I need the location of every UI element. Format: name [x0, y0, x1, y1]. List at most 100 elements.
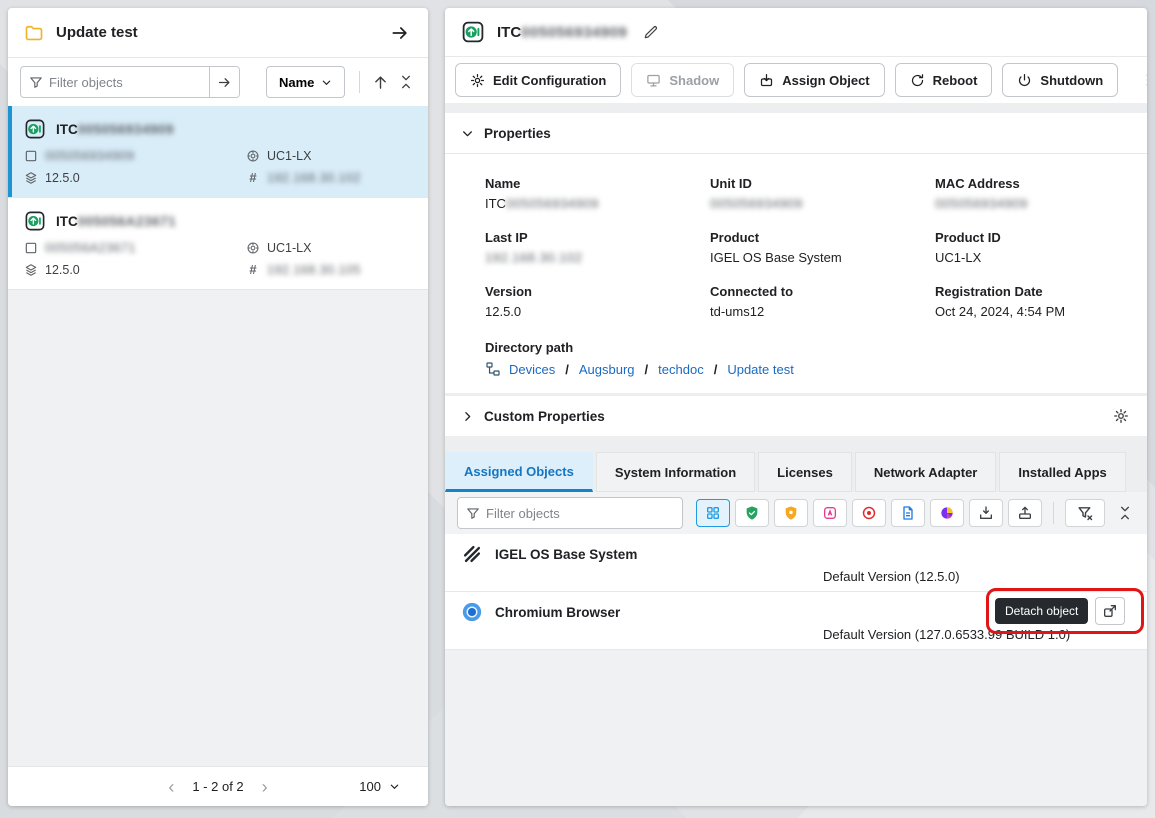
- properties-section-header[interactable]: Properties: [445, 113, 1147, 154]
- custom-properties-section: Custom Properties: [445, 396, 1147, 436]
- device-row-1[interactable]: ITC005056A23671 005056A23671 UC1-LX 12.5…: [8, 198, 428, 290]
- assign-icon: [759, 73, 774, 88]
- more-actions-button[interactable]: [1138, 70, 1147, 90]
- hash-icon: #: [246, 262, 260, 277]
- device-icon: [24, 210, 46, 232]
- redacted-text: 192.168.30.105: [267, 263, 361, 277]
- sort-field-label: Name: [279, 75, 314, 90]
- assigned-object-name: IGEL OS Base System: [495, 547, 637, 562]
- device-list: ITC005056934909 005056934909 UC1-LX 12.5…: [8, 106, 428, 766]
- previous-page-button[interactable]: ‹: [168, 778, 174, 796]
- assign-object-label: Assign Object: [782, 73, 869, 88]
- redacted-text: 192.168.30.102: [267, 171, 361, 185]
- layers-icon: [24, 171, 38, 185]
- shutdown-label: Shutdown: [1040, 73, 1103, 88]
- tab-installed-apps[interactable]: Installed Apps: [999, 452, 1125, 492]
- breadcrumb-update-test[interactable]: Update test: [727, 362, 794, 377]
- chromium-icon: [461, 601, 483, 623]
- prop-unit-id: Unit ID 005056934909: [710, 176, 935, 230]
- detail-toolbar: Edit Configuration Shadow Assign Object …: [445, 57, 1147, 103]
- folder-icon: [24, 23, 44, 43]
- device-filter-row: Name: [8, 58, 428, 106]
- pie-chart-icon: [939, 505, 955, 521]
- device-unit-id: 005056A23671: [24, 241, 246, 255]
- annotation-highlight-box: Detach object: [986, 588, 1144, 634]
- sort-direction-button[interactable]: [370, 72, 391, 93]
- filter-type-apps-button[interactable]: [813, 499, 847, 527]
- assign-object-button[interactable]: Assign Object: [744, 63, 884, 97]
- monitor-icon: [646, 73, 661, 88]
- shadow-button[interactable]: Shadow: [631, 63, 734, 97]
- hash-icon: #: [246, 170, 260, 185]
- detach-icon: [1102, 603, 1118, 619]
- tab-licenses[interactable]: Licenses: [758, 452, 852, 492]
- divider: [359, 71, 360, 93]
- assigned-filter-input[interactable]: [486, 506, 682, 521]
- redacted-text: 005056934909: [45, 149, 134, 163]
- redacted-text: 005056934909: [935, 196, 1028, 211]
- edit-name-button[interactable]: [641, 22, 661, 42]
- redacted-text: 005056934909: [78, 122, 174, 137]
- prop-product-id: Product ID UC1-LX: [935, 230, 1107, 284]
- filter-icon: [466, 506, 480, 520]
- filter-type-export-button[interactable]: [1008, 499, 1042, 527]
- filter-type-files-button[interactable]: [891, 499, 925, 527]
- device-name: ITC005056934909: [56, 122, 174, 137]
- filter-type-import-button[interactable]: [969, 499, 1003, 527]
- breadcrumb-techdoc[interactable]: techdoc: [658, 362, 704, 377]
- breadcrumb-devices[interactable]: Devices: [509, 362, 555, 377]
- prop-version: Version 12.5.0: [485, 284, 710, 338]
- next-page-button[interactable]: ›: [262, 778, 268, 796]
- tab-assigned-objects[interactable]: Assigned Objects: [445, 452, 593, 492]
- assigned-object-row-0[interactable]: IGEL OS Base System Default Version (12.…: [445, 534, 1147, 592]
- detach-tooltip: Detach object: [995, 598, 1088, 624]
- grid-icon: [705, 505, 721, 521]
- device-row-0[interactable]: ITC005056934909 005056934909 UC1-LX 12.5…: [8, 106, 428, 198]
- shield-star-icon: [783, 505, 799, 521]
- device-list-panel: Update test Name: [8, 8, 428, 806]
- apply-filter-button[interactable]: [209, 67, 239, 97]
- filter-type-priority-profiles-button[interactable]: [774, 499, 808, 527]
- redacted-text: 005056934909: [521, 24, 627, 41]
- reboot-button[interactable]: Reboot: [895, 63, 993, 97]
- cpu-icon: [246, 241, 260, 255]
- breadcrumb-augsburg[interactable]: Augsburg: [579, 362, 635, 377]
- device-icon: [24, 118, 46, 140]
- device-title: ITC005056934909: [497, 24, 627, 41]
- filter-type-settings-sets-button[interactable]: [930, 499, 964, 527]
- tag-icon: [24, 149, 38, 163]
- device-product-id: UC1-LX: [246, 241, 414, 255]
- vertical-dots-icon: [1140, 72, 1147, 88]
- funnel-x-icon: [1077, 505, 1094, 522]
- pagination-bar: ‹ 1 - 2 of 2 › 100: [8, 766, 428, 806]
- sort-field-dropdown[interactable]: Name: [266, 66, 345, 98]
- filter-type-all-button[interactable]: [696, 499, 730, 527]
- edit-configuration-button[interactable]: Edit Configuration: [455, 63, 621, 97]
- reboot-label: Reboot: [933, 73, 978, 88]
- collapse-list-button[interactable]: [1115, 503, 1135, 523]
- arrow-up-icon: [372, 74, 389, 91]
- custom-properties-settings-button[interactable]: [1111, 406, 1131, 426]
- filter-type-profiles-button[interactable]: [735, 499, 769, 527]
- collapse-rows-button[interactable]: [396, 72, 416, 92]
- filter-type-firmware-button[interactable]: [852, 499, 886, 527]
- device-name: ITC005056A23671: [56, 214, 176, 229]
- detail-empty-area: [445, 650, 1147, 806]
- collapse-icon: [1117, 505, 1133, 521]
- device-ip: # 192.168.30.105: [246, 262, 414, 277]
- clear-filters-button[interactable]: [1065, 499, 1105, 527]
- tab-system-information[interactable]: System Information: [596, 452, 755, 492]
- device-filter-input[interactable]: [49, 75, 209, 90]
- custom-properties-header[interactable]: Custom Properties: [445, 396, 1147, 436]
- assigned-object-row-1[interactable]: Chromium Browser Default Version (127.0.…: [445, 592, 1147, 650]
- shadow-label: Shadow: [669, 73, 719, 88]
- folder-title: Update test: [56, 24, 388, 41]
- page-size-dropdown[interactable]: 100: [359, 779, 400, 794]
- redacted-text: 005056A23671: [78, 214, 176, 229]
- redacted-text: 005056934909: [506, 196, 599, 211]
- detach-object-button[interactable]: [1095, 597, 1125, 625]
- tab-network-adapter[interactable]: Network Adapter: [855, 452, 997, 492]
- collapse-panel-button[interactable]: [388, 21, 412, 45]
- shutdown-button[interactable]: Shutdown: [1002, 63, 1118, 97]
- power-icon: [1017, 73, 1032, 88]
